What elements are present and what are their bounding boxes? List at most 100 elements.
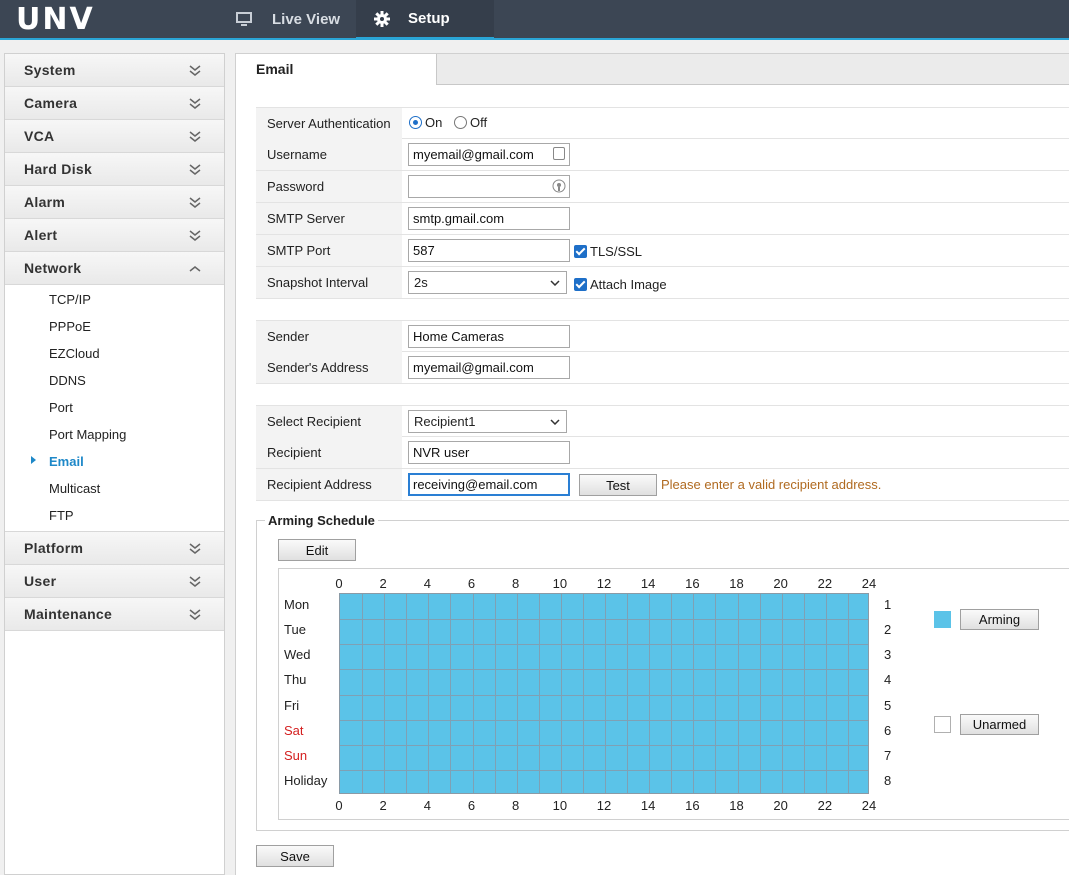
sidebar-section-label: VCA [24, 128, 55, 144]
hour-tick-label: 16 [685, 576, 700, 591]
sidebar-section-label: Maintenance [24, 606, 113, 622]
eye-icon[interactable] [552, 179, 566, 193]
tab-email[interactable]: Email [236, 54, 437, 85]
hour-tick-label: 0 [335, 576, 343, 591]
sender-address-field[interactable]: myemail@gmail.com [408, 356, 570, 379]
sidebar-item-ddns[interactable]: DDNS [5, 367, 224, 394]
test-button[interactable]: Test [579, 474, 657, 496]
hour-tick-label: 24 [861, 576, 877, 591]
chevron-down-icon [189, 230, 201, 241]
day-row-number: 4 [884, 672, 892, 688]
chevron-down-icon [189, 609, 201, 620]
sidebar-item-email[interactable]: Email [5, 448, 224, 475]
arming-schedule-title: Arming Schedule [265, 513, 378, 528]
grid-vline [516, 594, 518, 793]
sidebar-item-ftp[interactable]: FTP [5, 502, 224, 529]
user-card-icon[interactable] [553, 147, 565, 160]
smtp-server-field[interactable]: smtp.gmail.com [408, 207, 570, 230]
recipient-address-field-wrap: receiving@email.com [408, 473, 570, 496]
server-auth-label: Server Authentication [256, 107, 402, 139]
smtp-port-field[interactable]: 587 [408, 239, 570, 262]
recipient-address-field[interactable]: receiving@email.com [408, 473, 570, 496]
hour-tick-label: 16 [685, 798, 700, 813]
server-auth-on-radio[interactable]: On [409, 115, 442, 130]
username-row: Username myemail@gmail.com [256, 139, 1069, 171]
grid-vline [362, 594, 364, 793]
sender-field[interactable]: Home Cameras [408, 325, 570, 348]
hour-tick-label: 2 [379, 576, 387, 591]
grid-vline [627, 594, 629, 793]
password-row: Password [256, 171, 1069, 203]
sender-label: Sender [256, 320, 402, 352]
sidebar-section-label: Hard Disk [24, 161, 93, 177]
sidebar-section-platform[interactable]: Platform [5, 532, 224, 565]
hour-tick-label: 12 [596, 576, 612, 591]
sidebar-item-port[interactable]: Port [5, 394, 224, 421]
sidebar-section-alarm[interactable]: Alarm [5, 186, 224, 219]
grid-vline [494, 594, 496, 793]
arming-schedule-panel: Arming Schedule Edit 0 2 4 6 8 10 12 14 16 18 20 22… [256, 513, 1069, 831]
grid-hline [340, 769, 868, 771]
tls-ssl-checkbox[interactable]: TLS/SSL [574, 244, 642, 259]
username-label: Username [256, 139, 402, 170]
sidebar-section-hard-disk[interactable]: Hard Disk [5, 153, 224, 186]
sender-row: Sender Home Cameras [256, 320, 1069, 352]
sender-group: Sender Home Cameras Sender's Address mye… [256, 320, 1069, 384]
sidebar-item-ezcloud[interactable]: EZCloud [5, 340, 224, 367]
recipient-row: Recipient NVR user [256, 437, 1069, 469]
sidebar-section-label: Platform [24, 540, 84, 556]
username-field-wrap: myemail@gmail.com [408, 143, 570, 166]
password-field[interactable] [408, 175, 570, 198]
attach-image-checkbox[interactable]: Attach Image [574, 277, 667, 292]
arming-button[interactable]: Arming [960, 609, 1039, 630]
sidebar-item-tcpip[interactable]: TCP/IP [5, 286, 224, 313]
smtp-port-row: SMTP Port 587 TLS/SSL [256, 235, 1069, 267]
day-row-number: 8 [884, 772, 892, 788]
server-auth-off-radio[interactable]: Off [453, 115, 487, 130]
schedule-grid[interactable] [339, 593, 869, 794]
sidebar-section-user[interactable]: User [5, 565, 224, 598]
sidebar-section-camera[interactable]: Camera [5, 87, 224, 120]
grid-vline [560, 594, 562, 793]
hour-tick-label: 8 [512, 576, 520, 591]
top-bar-accent [0, 38, 1069, 40]
password-field-wrap [408, 175, 570, 198]
sidebar-item-multicast[interactable]: Multicast [5, 475, 224, 502]
sidebar-item-pppoe[interactable]: PPPoE [5, 313, 224, 340]
sender-address-label: Sender's Address [256, 352, 402, 383]
grid-vline [384, 594, 386, 793]
sidebar-section-system[interactable]: System [5, 54, 224, 87]
tab-setup[interactable]: Setup [356, 0, 494, 40]
day-label: Fri [284, 697, 300, 713]
sidebar-section-vca[interactable]: VCA [5, 120, 224, 153]
sidebar-section-maintenance[interactable]: Maintenance [5, 598, 224, 631]
sidebar-item-port-mapping[interactable]: Port Mapping [5, 421, 224, 448]
tls-ssl-label: TLS/SSL [590, 244, 643, 259]
save-button[interactable]: Save [256, 845, 334, 867]
select-recipient-row: Select Recipient Recipient1 [256, 405, 1069, 437]
username-field[interactable]: myemail@gmail.com [408, 143, 570, 166]
sender-address-row: Sender's Address myemail@gmail.com [256, 352, 1069, 384]
grid-vline [406, 594, 408, 793]
sidebar-section-network[interactable]: Network [5, 252, 224, 285]
hour-tick-label: 22 [817, 576, 833, 591]
chevron-down-icon [550, 419, 560, 425]
day-row-number: 5 [884, 697, 892, 713]
radio-selected-icon [409, 116, 422, 129]
sidebar-section-alert[interactable]: Alert [5, 219, 224, 252]
select-recipient-value: Recipient1 [414, 414, 476, 429]
tab-setup-label: Setup [408, 10, 450, 27]
tab-live-view[interactable]: Live View [232, 0, 340, 38]
snapshot-interval-select[interactable]: 2s [408, 271, 567, 294]
recipient-field[interactable]: NVR user [408, 441, 570, 464]
hour-tick-label: 2 [379, 798, 387, 813]
server-auth-options: On Off [409, 115, 487, 130]
select-recipient-select[interactable]: Recipient1 [408, 410, 567, 433]
sender-field-wrap: Home Cameras [408, 325, 570, 348]
sidebar-section-label: Network [24, 260, 82, 276]
smtp-server-field-wrap: smtp.gmail.com [408, 207, 570, 230]
unarmed-button[interactable]: Unarmed [960, 714, 1039, 735]
edit-button[interactable]: Edit [278, 539, 356, 561]
arming-legend-swatch [934, 611, 951, 628]
grid-vline [649, 594, 651, 793]
